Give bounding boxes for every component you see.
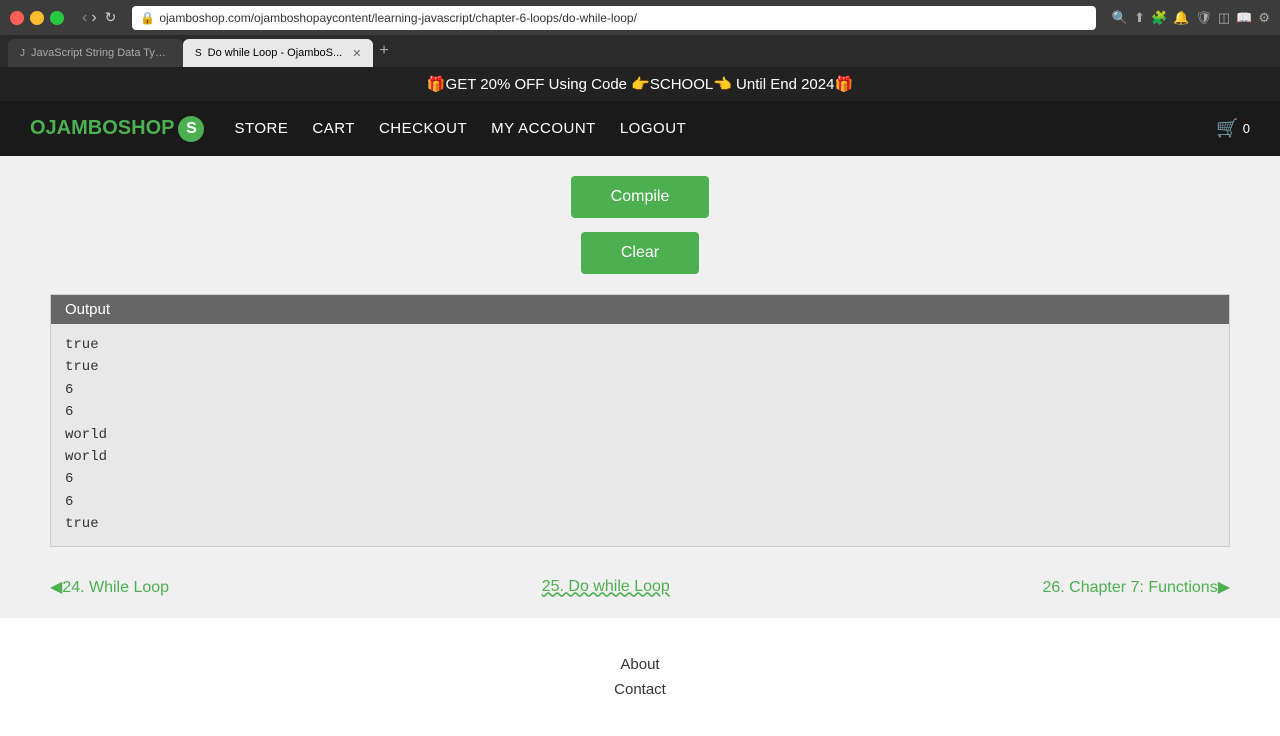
next-lesson-link[interactable]: 26. Chapter 7: Functions▶ <box>1042 577 1230 597</box>
nav-link-checkout[interactable]: CHECKOUT <box>379 120 467 137</box>
window-controls <box>10 11 64 25</box>
main-nav: OJAMBOSHOP S STORE CART CHECKOUT MY ACCO… <box>0 101 1280 156</box>
shield-icon[interactable]: 🛡 <box>1195 10 1212 26</box>
tab-favicon-1: J <box>20 48 25 59</box>
tab-active[interactable]: S Do while Loop - OjamboS... ✕ <box>183 39 373 67</box>
share-icon[interactable]: ⬆ <box>1134 10 1145 26</box>
nav-arrows: ‹ › ↻ <box>82 9 116 27</box>
nav-link-logout[interactable]: LOGOUT <box>620 120 686 137</box>
output-line: world <box>65 446 1215 468</box>
close-window-button[interactable] <box>10 11 24 25</box>
output-line: true <box>65 513 1215 535</box>
tab-title-2: Do while Loop - OjamboS... <box>208 47 343 59</box>
promo-text: 🎁GET 20% OFF Using Code 👉SCHOOL👈 Until E… <box>427 76 853 93</box>
output-line: 6 <box>65 491 1215 513</box>
clear-button[interactable]: Clear <box>581 232 699 274</box>
minimize-window-button[interactable] <box>30 11 44 25</box>
output-line: 6 <box>65 401 1215 423</box>
output-line: true <box>65 356 1215 378</box>
cart-count: 0 <box>1243 121 1250 136</box>
forward-button[interactable]: › <box>91 9 96 27</box>
footer-link-contact[interactable]: Contact <box>30 681 1250 698</box>
nav-link-account[interactable]: MY ACCOUNT <box>491 120 596 137</box>
nav-links: STORE CART CHECKOUT MY ACCOUNT LOGOUT <box>234 120 686 137</box>
nav-link-store[interactable]: STORE <box>234 120 288 137</box>
tab-title-1: JavaScript String Data Type - O <box>31 47 171 59</box>
footer-link-about[interactable]: About <box>30 656 1250 673</box>
compile-button[interactable]: Compile <box>571 176 710 218</box>
new-tab-button[interactable]: + <box>379 42 388 60</box>
footer: About Contact <box>0 617 1280 736</box>
logo-text: OJAMBOSHOP <box>30 117 174 140</box>
current-lesson-link[interactable]: 25. Do while Loop <box>542 578 670 596</box>
output-line: true <box>65 334 1215 356</box>
nav-link-cart[interactable]: CART <box>312 120 355 137</box>
nav-cart[interactable]: 🛒 0 <box>1216 118 1250 139</box>
tab-favicon-2: S <box>195 48 202 59</box>
cart-icon: 🛒 <box>1216 118 1238 139</box>
main-content: Compile Clear Output truetrue66worldworl… <box>0 156 1280 617</box>
browser-chrome: ‹ › ↻ 🔒 ojamboshop.com/ojamboshopayconte… <box>0 0 1280 35</box>
sidebar-icon[interactable]: ◫ <box>1218 10 1230 26</box>
reader-icon[interactable]: 📖 <box>1236 10 1252 26</box>
nav-logo[interactable]: OJAMBOSHOP S <box>30 116 204 142</box>
maximize-window-button[interactable] <box>50 11 64 25</box>
output-section: Output truetrue66worldworld66true <box>50 294 1230 547</box>
promo-banner: 🎁GET 20% OFF Using Code 👉SCHOOL👈 Until E… <box>0 67 1280 101</box>
lock-icon: 🔒 <box>140 11 155 25</box>
output-line: 6 <box>65 468 1215 490</box>
output-header: Output <box>51 295 1229 324</box>
extensions-icon[interactable]: 🧩 <box>1151 10 1167 26</box>
logo-icon: S <box>178 116 204 142</box>
back-button[interactable]: ‹ <box>82 9 87 27</box>
address-bar[interactable]: 🔒 ojamboshop.com/ojamboshopaycontent/lea… <box>132 6 1095 30</box>
output-body: truetrue66worldworld66true <box>51 324 1229 546</box>
code-area: Compile Clear <box>0 156 1280 284</box>
address-text: ojamboshop.com/ojamboshopaycontent/learn… <box>159 11 637 25</box>
output-line: world <box>65 424 1215 446</box>
tab-bar: J JavaScript String Data Type - O S Do w… <box>0 35 1280 67</box>
reload-button[interactable]: ↻ <box>105 9 117 27</box>
toolbar-icons: 🔍 ⬆ 🧩 🔔 🛡 ◫ 📖 ⚙ <box>1112 10 1270 26</box>
tab-inactive[interactable]: J JavaScript String Data Type - O <box>8 39 183 67</box>
notification-icon[interactable]: 🔔 <box>1173 10 1189 26</box>
tab-close-button[interactable]: ✕ <box>352 47 361 60</box>
prev-lesson-link[interactable]: ◀24. While Loop <box>50 577 169 597</box>
bottom-nav: ◀24. While Loop 25. Do while Loop 26. Ch… <box>0 557 1280 617</box>
search-icon[interactable]: 🔍 <box>1112 10 1128 26</box>
settings-icon[interactable]: ⚙ <box>1258 10 1270 26</box>
output-line: 6 <box>65 379 1215 401</box>
